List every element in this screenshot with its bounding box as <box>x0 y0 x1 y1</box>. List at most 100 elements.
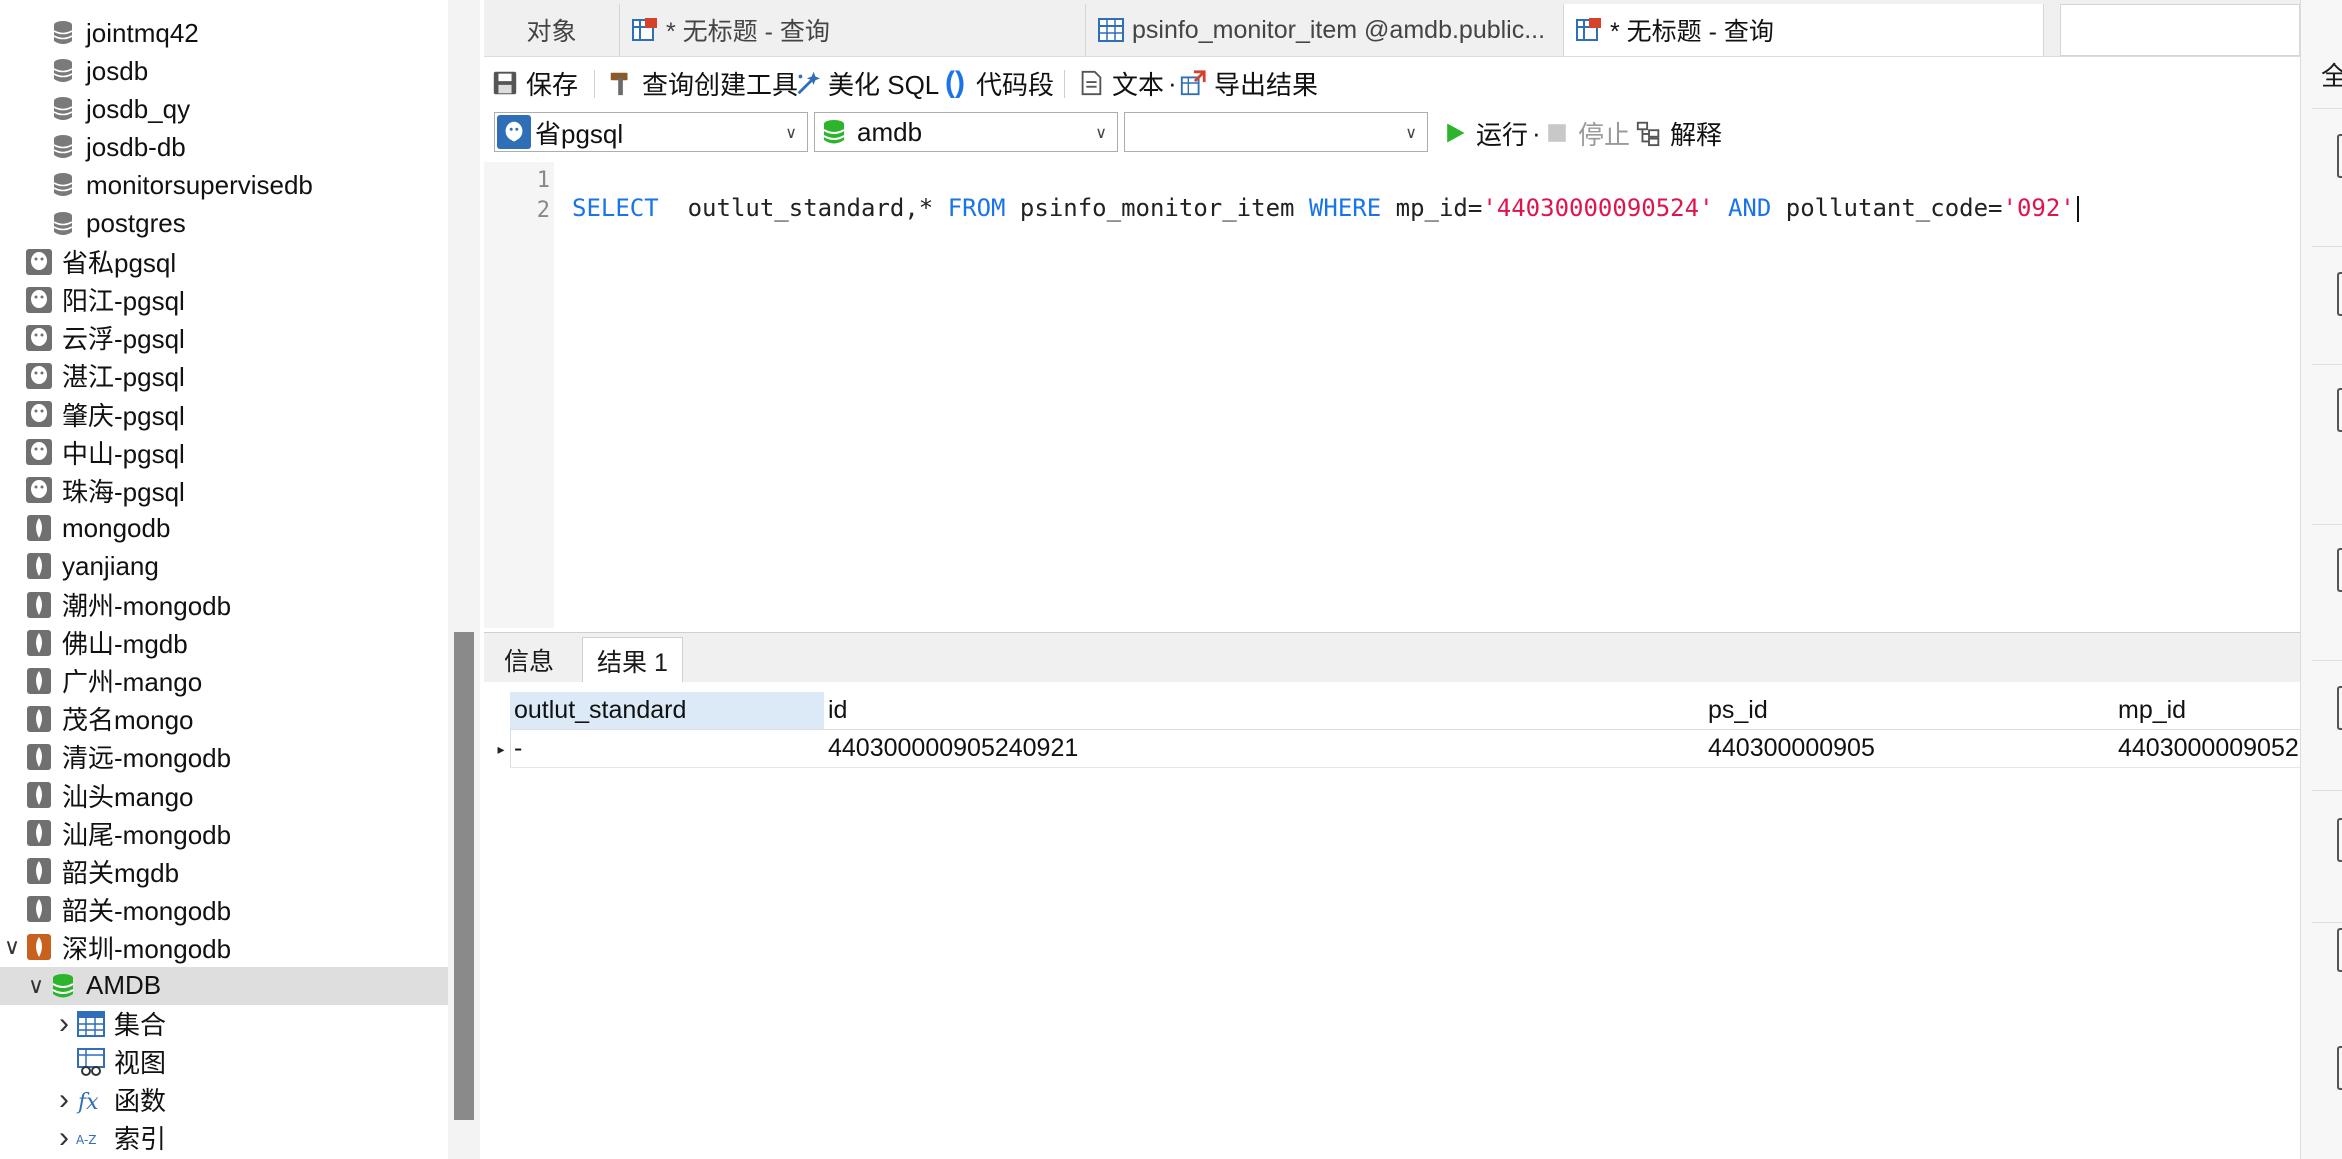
tree-item[interactable]: josdb-db <box>0 128 448 166</box>
explain-button[interactable]: 解释 <box>1634 108 1722 158</box>
panel-field[interactable] <box>2337 548 2342 592</box>
query-builder-button[interactable]: 查询创建工具 <box>606 58 798 108</box>
mongodb-icon <box>24 666 54 696</box>
column-header-ps-id[interactable]: ps_id <box>1704 692 2114 730</box>
tree-item-label: 省私pgsql <box>62 248 177 279</box>
text-dropdown-indicator[interactable]: · <box>1168 68 1177 99</box>
tree-item[interactable]: 广州-mango <box>0 662 448 700</box>
postgresql-icon <box>24 437 54 467</box>
panel-field[interactable] <box>2337 686 2342 730</box>
save-button[interactable]: 保存 <box>490 58 578 108</box>
sidebar-scrollbar-thumb[interactable] <box>454 632 474 1120</box>
tree-item[interactable]: 湛江-pgsql <box>0 357 448 395</box>
chevron-right-icon[interactable]: › <box>52 1005 76 1043</box>
panel-field[interactable] <box>2337 1046 2342 1090</box>
tree-item[interactable]: postgres <box>0 205 448 243</box>
database-select[interactable]: amdb ∨ <box>814 112 1118 152</box>
sql-code-line[interactable]: SELECT outlut_standard,* FROM psinfo_mon… <box>572 194 2079 222</box>
tree-item[interactable]: yanjiang <box>0 547 448 585</box>
tab-label: 对象 <box>526 18 577 46</box>
postgresql-icon <box>24 475 54 505</box>
sql-keyword: WHERE <box>1308 194 1382 222</box>
tree-item[interactable]: 阳江-pgsql <box>0 281 448 319</box>
tab-objects[interactable]: 对象 <box>484 4 620 56</box>
tab-query-untitled-1[interactable]: * 无标题 - 查询 <box>620 4 1086 56</box>
tree-item[interactable]: 佛山-mgdb <box>0 624 448 662</box>
sql-editor[interactable] <box>484 162 2300 628</box>
tree-item[interactable]: 汕尾-mongodb <box>0 814 448 852</box>
run-dropdown-indicator[interactable]: · <box>1532 118 1541 149</box>
chevron-down-icon[interactable]: ∨ <box>0 928 24 966</box>
text-mode-button[interactable]: 文本 · <box>1076 58 1177 108</box>
tree-item[interactable]: 云浮-pgsql <box>0 319 448 357</box>
beautify-sql-button[interactable]: 美化 SQL <box>792 58 939 108</box>
tree-item[interactable]: 省私pgsql <box>0 243 448 281</box>
explain-label: 解释 <box>1670 119 1723 150</box>
tree-item-label: 云浮-pgsql <box>62 324 185 355</box>
tree-item[interactable]: jointmq42 <box>0 14 448 52</box>
code-snippet-button[interactable]: () 代码段 <box>940 58 1054 108</box>
tree-item[interactable]: ∨ 深圳-mongodb <box>0 928 448 966</box>
tree-item[interactable]: ∨ AMDB <box>0 966 448 1005</box>
table-cell[interactable]: 440300000905240921 <box>824 730 1704 768</box>
tab-table-psinfo[interactable]: psinfo_monitor_item @amdb.public... <box>1086 4 1564 56</box>
tree-item[interactable]: › 集合 <box>0 1005 448 1043</box>
tab-info[interactable]: 信息 <box>490 637 568 683</box>
column-header-id[interactable]: id <box>824 692 1704 730</box>
divider <box>2312 922 2342 923</box>
tree-item-label: 中山-pgsql <box>62 438 185 469</box>
export-results-button[interactable]: 导出结果 <box>1178 58 1318 108</box>
table-cell[interactable]: - <box>510 730 824 768</box>
panel-field[interactable] <box>2337 134 2342 178</box>
tree-item-label: 集合 <box>114 1010 167 1041</box>
tree-item[interactable]: 韶关-mongodb <box>0 890 448 928</box>
chevron-right-icon[interactable]: › <box>52 1119 76 1157</box>
tree-item[interactable]: 肇庆-pgsql <box>0 395 448 433</box>
tree-item[interactable]: 韶关mgdb <box>0 852 448 890</box>
panel-field[interactable] <box>2337 928 2342 972</box>
run-button[interactable]: 运行 · <box>1440 108 1541 158</box>
table-cell[interactable]: 440300000905 <box>1704 730 2114 768</box>
tree-item[interactable]: › fx 函数 <box>0 1081 448 1119</box>
column-header-outlut-standard[interactable]: outlut_standard <box>510 692 824 730</box>
chevron-down-icon[interactable]: ∨ <box>24 967 48 1005</box>
database-green-icon <box>48 971 78 1001</box>
panel-field[interactable] <box>2337 818 2342 862</box>
sql-text: mp_id= <box>1381 194 1483 222</box>
tree-item[interactable]: 潮州-mongodb <box>0 586 448 624</box>
tree-item[interactable]: monitorsupervisedb <box>0 166 448 204</box>
magic-wand-icon <box>792 68 822 98</box>
stop-label: 停止 <box>1578 119 1631 150</box>
panel-field[interactable] <box>2337 272 2342 316</box>
table-icon <box>76 1009 106 1039</box>
chevron-right-icon[interactable]: › <box>52 1081 76 1119</box>
tree-item[interactable]: 茂名mongo <box>0 700 448 738</box>
tab-query-untitled-2[interactable]: * 无标题 - 查询 <box>1564 4 2044 56</box>
tree-item[interactable]: josdb_qy <box>0 90 448 128</box>
tab-result-1[interactable]: 结果 1 <box>582 637 683 683</box>
tree-item[interactable]: › A-Z 索引 <box>0 1119 448 1157</box>
tree-item[interactable]: 珠海-pgsql <box>0 471 448 509</box>
tree-item[interactable]: 汕头mango <box>0 776 448 814</box>
connection-value: 省pgsql <box>535 118 624 149</box>
column-header-mp-id[interactable]: mp_id <box>2114 692 2300 730</box>
row-indicator-icon[interactable]: ▸ <box>492 730 511 768</box>
table-cell[interactable]: 4403000009052 <box>2114 730 2300 768</box>
tree-item-label: josdb_qy <box>86 93 191 124</box>
tree-item[interactable]: 清远-mongodb <box>0 738 448 776</box>
schema-select[interactable]: ∨ <box>1124 112 1428 152</box>
tree-item[interactable]: 中山-pgsql <box>0 433 448 471</box>
connection-select[interactable]: 省pgsql ∨ <box>494 112 808 152</box>
panel-field[interactable] <box>2337 388 2342 432</box>
tree-item[interactable]: josdb <box>0 52 448 90</box>
database-icon <box>48 94 78 124</box>
stop-button[interactable]: 停止 <box>1542 108 1630 158</box>
tree-item[interactable]: mongodb <box>0 509 448 547</box>
tree-item[interactable]: 视图 <box>0 1043 448 1081</box>
sql-text: pollutant_code= <box>1771 194 2003 222</box>
